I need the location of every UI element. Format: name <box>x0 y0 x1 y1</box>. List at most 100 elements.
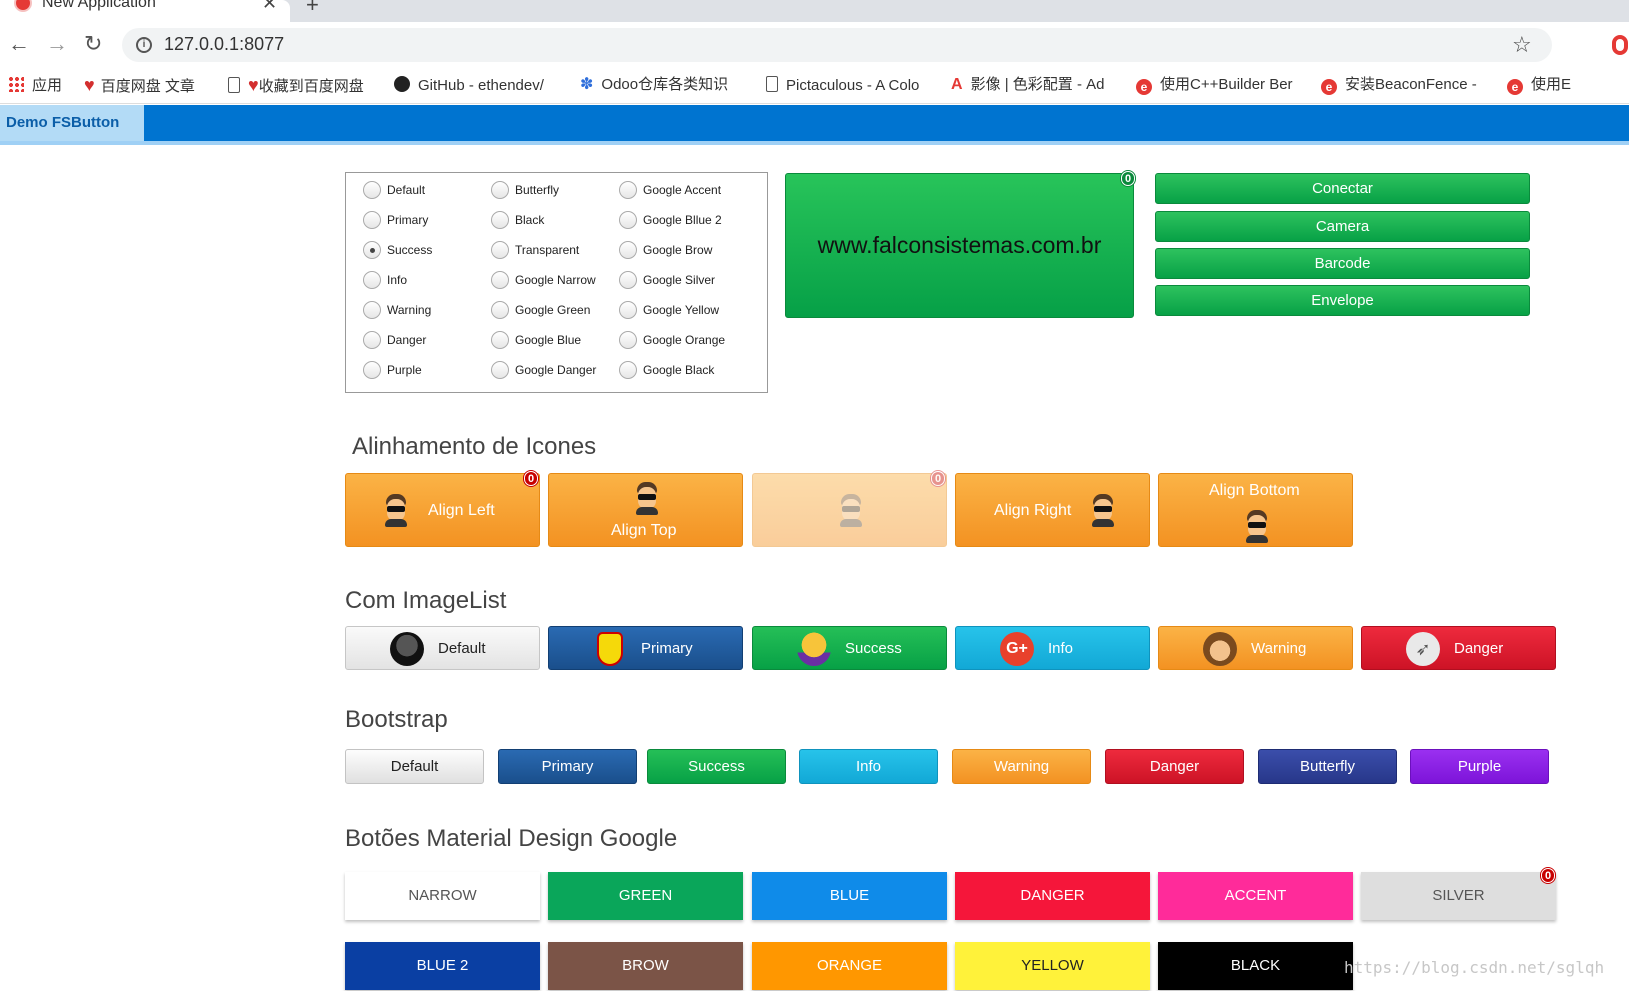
radio-circle[interactable] <box>491 330 509 349</box>
conectar-button[interactable]: Conectar <box>1155 173 1530 204</box>
material-narrow-button[interactable]: NARROW <box>345 872 540 920</box>
material-danger-button[interactable]: DANGER <box>955 872 1150 920</box>
bootstrap-info-button[interactable]: Info <box>799 749 938 784</box>
url-text[interactable]: 127.0.0.1:8077 <box>164 34 284 55</box>
bootstrap-butterfly-button[interactable]: Butterfly <box>1258 749 1397 784</box>
radio-circle[interactable] <box>491 360 509 379</box>
app-header: Demo FSButton <box>0 105 1629 145</box>
radio-circle[interactable] <box>363 180 381 199</box>
radio-circle[interactable] <box>363 270 381 289</box>
radio-purple[interactable]: Purple <box>363 360 422 379</box>
radio-circle[interactable] <box>619 330 637 349</box>
radio-google-green[interactable]: Google Green <box>491 300 590 319</box>
bookmark-apps[interactable]: 应用 <box>8 76 62 95</box>
radio-circle[interactable] <box>363 330 381 349</box>
radio-primary[interactable]: Primary <box>363 210 428 229</box>
material-yellow-button[interactable]: YELLOW <box>955 942 1150 990</box>
camera-button[interactable]: Camera <box>1155 211 1530 242</box>
bootstrap-primary-button[interactable]: Primary <box>498 749 637 784</box>
radio-butterfly[interactable]: Butterfly <box>491 180 559 199</box>
bookmark-beaconfence[interactable]: e 安装BeaconFence - <box>1321 76 1477 95</box>
tab-demo-fsbutton[interactable]: Demo FSButton <box>0 105 144 141</box>
radio-circle[interactable] <box>619 300 637 319</box>
bootstrap-default-button[interactable]: Default <box>345 749 484 784</box>
radio-circle[interactable] <box>491 180 509 199</box>
radio-google-brow[interactable]: Google Brow <box>619 240 712 259</box>
radio-google-black[interactable]: Google Black <box>619 360 714 379</box>
radio-circle[interactable] <box>491 270 509 289</box>
imagelist-primary-button[interactable]: Primary <box>548 626 743 670</box>
extension-icon[interactable] <box>1612 35 1628 55</box>
material-green-button[interactable]: GREEN <box>548 872 743 920</box>
radio-google-silver[interactable]: Google Silver <box>619 270 715 289</box>
website-button[interactable]: www.falconsistemas.com.br 0 <box>785 171 1135 318</box>
address-bar[interactable]: i 127.0.0.1:8077 ☆ <box>122 28 1552 62</box>
imagelist-warning-button[interactable]: Warning <box>1158 626 1353 670</box>
material-brow-button[interactable]: BROW <box>548 942 743 990</box>
material-silver-button[interactable]: SILVER 0 <box>1361 868 1556 920</box>
icon-only-button-disabled[interactable]: 0 <box>752 471 947 547</box>
material-orange-button[interactable]: ORANGE <box>752 942 947 990</box>
barcode-button[interactable]: Barcode <box>1155 248 1530 279</box>
radio-google-orange[interactable]: Google Orange <box>619 330 725 349</box>
radio-google-blue[interactable]: Google Blue <box>491 330 581 349</box>
info-icon[interactable]: i <box>136 37 152 53</box>
bootstrap-warning-button[interactable]: Warning <box>952 749 1091 784</box>
radio-circle[interactable] <box>363 360 381 379</box>
browser-tab[interactable]: New Application ✕ <box>0 0 290 22</box>
bookmark-adobe[interactable]: A 影像 | 色彩配置 - Ad <box>951 76 1104 94</box>
new-tab-icon[interactable]: + <box>306 0 319 18</box>
imagelist-danger-button[interactable]: ➶ Danger <box>1361 626 1556 670</box>
close-tab-icon[interactable]: ✕ <box>262 0 277 14</box>
bookmark-baidu-article[interactable]: ♥ 百度网盘 文章 <box>84 76 195 96</box>
radio-circle[interactable] <box>619 180 637 199</box>
radio-google-yellow[interactable]: Google Yellow <box>619 300 719 319</box>
radio-black[interactable]: Black <box>491 210 544 229</box>
material-black-button[interactable]: BLACK <box>1158 942 1353 990</box>
bootstrap-success-button[interactable]: Success <box>647 749 786 784</box>
radio-circle[interactable] <box>491 240 509 259</box>
forward-arrow-icon[interactable]: → <box>46 31 68 57</box>
radio-warning[interactable]: Warning <box>363 300 431 319</box>
bootstrap-purple-button[interactable]: Purple <box>1410 749 1549 784</box>
radio-circle[interactable] <box>619 240 637 259</box>
radio-circle[interactable] <box>491 300 509 319</box>
back-arrow-icon[interactable]: ← <box>8 31 30 57</box>
align-bottom-button[interactable]: Align Bottom <box>1158 473 1353 547</box>
material-blue-button[interactable]: BLUE <box>752 872 947 920</box>
align-left-button[interactable]: Align Left 0 <box>345 471 540 547</box>
bookmark-pictaculous[interactable]: Pictaculous - A Colo <box>766 76 919 95</box>
imagelist-default-button[interactable]: Default <box>345 626 540 670</box>
radio-circle-checked[interactable] <box>363 240 381 259</box>
bookmark-star-icon[interactable]: ☆ <box>1512 32 1532 58</box>
bookmark-cppbuilder[interactable]: e 使用C++Builder Ber <box>1136 76 1293 95</box>
bookmark-github[interactable]: GitHub - ethendev/ <box>394 76 544 95</box>
material-accent-button[interactable]: ACCENT <box>1158 872 1353 920</box>
radio-google-danger[interactable]: Google Danger <box>491 360 596 379</box>
reload-icon[interactable]: ↻ <box>84 31 102 57</box>
bookmark-more[interactable]: e 使用E <box>1507 76 1571 95</box>
radio-circle[interactable] <box>619 360 637 379</box>
radio-success[interactable]: Success <box>363 240 432 259</box>
radio-danger[interactable]: Danger <box>363 330 426 349</box>
radio-circle[interactable] <box>491 210 509 229</box>
imagelist-success-button[interactable]: Success <box>752 626 947 670</box>
radio-google-blue-2[interactable]: Google Bllue 2 <box>619 210 722 229</box>
radio-circle[interactable] <box>363 300 381 319</box>
envelope-button[interactable]: Envelope <box>1155 285 1530 316</box>
imagelist-info-button[interactable]: G+ Info <box>955 626 1150 670</box>
align-right-button[interactable]: Align Right <box>955 473 1150 547</box>
bookmark-odoo[interactable]: ✽ Odoo仓库各类知识 <box>580 76 728 94</box>
radio-circle[interactable] <box>619 270 637 289</box>
radio-circle[interactable] <box>363 210 381 229</box>
radio-google-accent[interactable]: Google Accent <box>619 180 721 199</box>
material-blue2-button[interactable]: BLUE 2 <box>345 942 540 990</box>
radio-transparent[interactable]: Transparent <box>491 240 579 259</box>
bookmark-baidu-save[interactable]: ♥收藏到百度网盘 <box>228 76 364 96</box>
radio-circle[interactable] <box>619 210 637 229</box>
bootstrap-danger-button[interactable]: Danger <box>1105 749 1244 784</box>
radio-google-narrow[interactable]: Google Narrow <box>491 270 596 289</box>
align-top-button[interactable]: Align Top <box>548 473 743 547</box>
radio-default[interactable]: Default <box>363 180 425 199</box>
radio-info[interactable]: Info <box>363 270 407 289</box>
